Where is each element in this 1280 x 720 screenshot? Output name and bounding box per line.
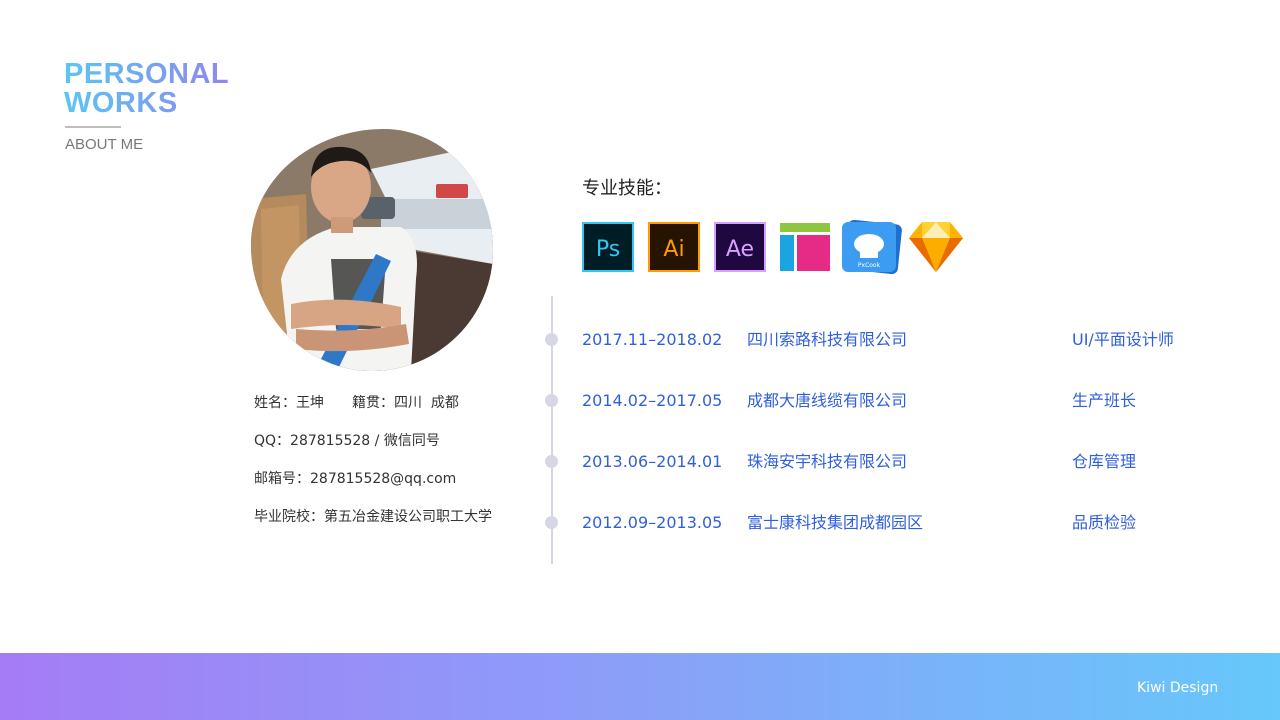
entry-role: 生产班长 (1072, 391, 1137, 410)
svg-text:Ae: Ae (726, 237, 754, 262)
photoshop-icon: Ps (582, 220, 634, 272)
timeline-dot (545, 516, 558, 529)
sketch-icon (908, 220, 964, 272)
entry-date: 2012.09–2013.05 (582, 513, 723, 532)
footer-bar: Kiwi Design (0, 653, 1280, 720)
brand-divider (65, 126, 121, 128)
skills-title: 专业技能： (582, 178, 672, 199)
entry-role: 仓库管理 (1072, 452, 1137, 471)
brand-title-line2: WORKS (64, 89, 229, 118)
pxcook-icon: PxCook (840, 219, 902, 275)
timeline-dot (545, 394, 558, 407)
entry-role: 品质检验 (1072, 513, 1137, 532)
profile-email: 邮箱号：287815528@qq.com (254, 471, 457, 487)
brand-block: PERSONAL WORKS ABOUT ME (64, 58, 230, 154)
svg-text:Ps: Ps (596, 237, 620, 262)
entry-date: 2017.11–2018.02 (582, 330, 723, 349)
entry-role: UI/平面设计师 (1072, 330, 1174, 349)
entry-company: 珠海安宇科技有限公司 (747, 452, 908, 471)
svg-text:Ai: Ai (663, 237, 684, 262)
entry-company: 成都大唐线缆有限公司 (747, 391, 908, 410)
svg-text:PxCook: PxCook (858, 262, 881, 269)
illustrator-icon: Ai (648, 220, 700, 272)
timeline-entry: 2013.06–2014.01 珠海安宇科技有限公司 仓库管理 (0, 450, 1280, 474)
timeline-dot (545, 455, 558, 468)
after-effects-icon: Ae (714, 220, 766, 272)
axure-icon (780, 220, 832, 272)
footer-credit: Kiwi Design (1137, 680, 1219, 696)
brand-title-line1: PERSONAL (64, 58, 230, 90)
entry-company: 富士康科技集团成都园区 (747, 513, 924, 532)
entry-date: 2014.02–2017.05 (582, 391, 723, 410)
timeline-entry: 2014.02–2017.05 成都大唐线缆有限公司 生产班长 (0, 389, 1280, 413)
entry-date: 2013.06–2014.01 (582, 452, 723, 471)
timeline-dot (545, 333, 558, 346)
entry-company: 四川索路科技有限公司 (747, 330, 908, 349)
timeline-entry: 2017.11–2018.02 四川索路科技有限公司 UI/平面设计师 (0, 328, 1280, 352)
timeline-entry: 2012.09–2013.05 富士康科技集团成都园区 品质检验 (0, 511, 1280, 535)
brand-subtitle: ABOUT ME (65, 136, 144, 153)
